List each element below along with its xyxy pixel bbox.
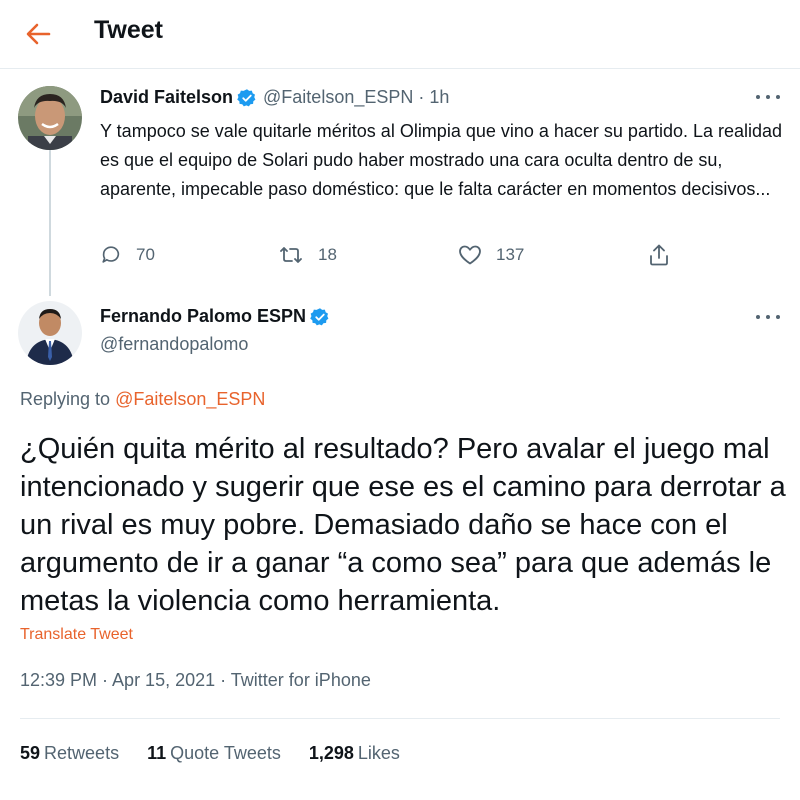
quote-tweets-count: 11 xyxy=(147,742,167,763)
share-icon xyxy=(650,244,668,266)
reply-button[interactable]: 70 xyxy=(100,240,155,270)
main-handle-row: @fernandopalomo xyxy=(100,334,248,355)
main-author-name[interactable]: Fernando Palomo ESPN xyxy=(100,306,306,327)
likes-stat[interactable]: 1,298 Likes xyxy=(309,743,400,764)
retweet-count: 18 xyxy=(318,245,337,264)
retweets-label: Retweets xyxy=(44,742,120,763)
replying-to: Replying to @Faitelson_ESPN xyxy=(20,389,265,410)
share-button[interactable] xyxy=(648,240,670,270)
quoted-time[interactable]: 1h xyxy=(429,87,449,108)
main-more-button[interactable] xyxy=(756,310,780,324)
stats-divider xyxy=(20,718,780,719)
avatar-fernando-palomo[interactable] xyxy=(18,301,82,365)
verified-badge-icon xyxy=(237,88,257,108)
engagement-stats: 59 Retweets 11 Quote Tweets 1,298 Likes xyxy=(20,741,400,765)
more-icon xyxy=(756,315,760,319)
thread-line xyxy=(49,150,51,296)
reply-icon xyxy=(102,246,120,263)
replying-prefix: Replying to xyxy=(20,389,111,409)
quoted-tweet-header: David Faitelson @Faitelson_ESPN · 1h xyxy=(100,87,449,108)
translate-tweet-link[interactable]: Translate Tweet xyxy=(20,626,133,644)
quote-tweets-stat[interactable]: 11 Quote Tweets xyxy=(147,743,281,764)
quoted-tweet-text: Y tampoco se vale quitarle méritos al Ol… xyxy=(100,121,783,199)
tweet-timestamp[interactable]: 12:39 PM · Apr 15, 2021 · Twitter for iP… xyxy=(20,670,371,691)
reply-count: 70 xyxy=(136,245,155,264)
top-bar: Tweet xyxy=(0,0,800,66)
retweet-icon xyxy=(280,247,302,263)
back-button[interactable] xyxy=(24,20,52,48)
quoted-more-button[interactable] xyxy=(756,90,780,104)
retweets-stat[interactable]: 59 Retweets xyxy=(20,743,119,764)
like-icon xyxy=(459,245,481,265)
likes-label: Likes xyxy=(357,742,400,763)
replying-to-link[interactable]: @Faitelson_ESPN xyxy=(115,389,265,409)
main-tweet-header: Fernando Palomo ESPN xyxy=(100,306,330,327)
retweets-count: 59 xyxy=(20,742,41,763)
retweet-button[interactable]: 18 xyxy=(278,240,337,270)
avatar-david-faitelson[interactable] xyxy=(18,86,82,150)
quoted-action-bar: 70 18 137 xyxy=(100,240,680,270)
separator-dot: · xyxy=(418,87,425,107)
likes-count: 1,298 xyxy=(308,742,354,763)
like-count: 137 xyxy=(496,245,525,264)
quote-tweets-label: Quote Tweets xyxy=(170,742,281,763)
quoted-handle[interactable]: @Faitelson_ESPN xyxy=(263,87,413,108)
like-button[interactable]: 137 xyxy=(458,240,524,270)
page-title: Tweet xyxy=(94,16,163,44)
header-divider xyxy=(0,68,800,69)
quoted-author-name[interactable]: David Faitelson xyxy=(100,87,233,108)
more-icon xyxy=(756,95,760,99)
verified-badge-icon xyxy=(310,307,330,327)
back-arrow-icon xyxy=(26,23,51,45)
main-tweet-text: ¿Quién quita mérito al resultado? Pero a… xyxy=(20,433,786,617)
main-handle[interactable]: @fernandopalomo xyxy=(100,334,248,355)
